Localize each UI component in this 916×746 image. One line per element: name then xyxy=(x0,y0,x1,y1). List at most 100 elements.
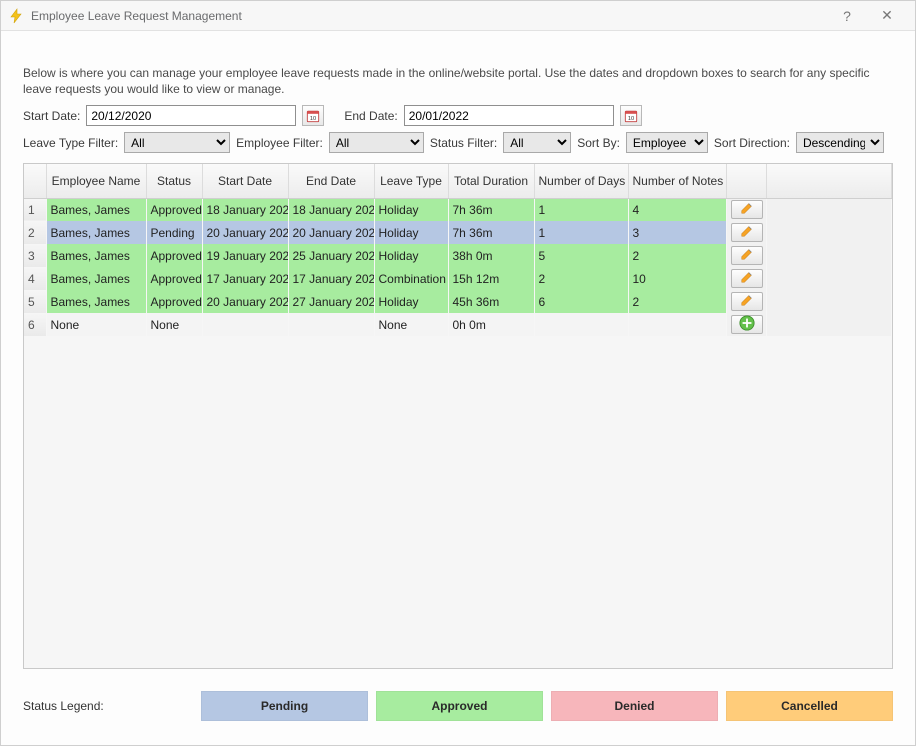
end-date-label: End Date: xyxy=(344,109,397,123)
leave-type-filter-label: Leave Type Filter: xyxy=(23,136,118,150)
cell-type: None xyxy=(374,313,448,336)
grid-header-row: Employee Name Status Start Date End Date… xyxy=(24,164,892,198)
pencil-icon xyxy=(740,201,754,218)
end-date-input[interactable] xyxy=(404,105,614,126)
cell-end: 20 January 2021 xyxy=(288,221,374,244)
leave-type-filter-select[interactable]: All xyxy=(124,132,230,153)
table-row[interactable]: 1Bames, JamesApproved18 January 202118 J… xyxy=(24,198,892,221)
sort-direction-select[interactable]: Descending xyxy=(796,132,884,153)
cell-type: Holiday xyxy=(374,290,448,313)
legend-pending: Pending xyxy=(201,691,368,721)
sort-by-label: Sort By: xyxy=(577,136,620,150)
cell-notes: 2 xyxy=(628,244,726,267)
col-notes[interactable]: Number of Notes xyxy=(628,164,726,198)
cell-end: 18 January 2021 xyxy=(288,198,374,221)
cell-duration: 7h 36m xyxy=(448,198,534,221)
status-filter-select[interactable]: All xyxy=(503,132,571,153)
plus-icon xyxy=(739,315,755,334)
col-employee[interactable]: Employee Name xyxy=(46,164,146,198)
edit-row-button[interactable] xyxy=(731,269,763,288)
cell-employee: None xyxy=(46,313,146,336)
col-days[interactable]: Number of Days xyxy=(534,164,628,198)
col-end[interactable]: End Date xyxy=(288,164,374,198)
edit-row-button[interactable] xyxy=(731,246,763,265)
cell-employee: Bames, James xyxy=(46,244,146,267)
start-date-input[interactable] xyxy=(86,105,296,126)
col-type[interactable]: Leave Type xyxy=(374,164,448,198)
employee-filter-select[interactable]: All xyxy=(329,132,424,153)
cell-notes: 2 xyxy=(628,290,726,313)
cell-duration: 0h 0m xyxy=(448,313,534,336)
cell-index: 3 xyxy=(24,244,46,267)
cell-employee: Bames, James xyxy=(46,290,146,313)
cell-employee: Bames, James xyxy=(46,198,146,221)
edit-row-button[interactable] xyxy=(731,292,763,311)
cell-days: 1 xyxy=(534,198,628,221)
legend-approved: Approved xyxy=(376,691,543,721)
cell-type: Holiday xyxy=(374,221,448,244)
cell-days: 5 xyxy=(534,244,628,267)
cell-start: 18 January 2021 xyxy=(202,198,288,221)
cell-notes: 3 xyxy=(628,221,726,244)
col-index[interactable] xyxy=(24,164,46,198)
cell-notes: 10 xyxy=(628,267,726,290)
cell-duration: 38h 0m xyxy=(448,244,534,267)
help-button[interactable]: ? xyxy=(827,1,867,31)
app-window: Employee Leave Request Management ? ✕ Be… xyxy=(0,0,916,746)
end-date-calendar-button[interactable]: 10 xyxy=(620,105,642,126)
cell-action xyxy=(726,267,766,290)
legend-cancelled: Cancelled xyxy=(726,691,893,721)
col-status[interactable]: Status xyxy=(146,164,202,198)
cell-notes: 4 xyxy=(628,198,726,221)
table-row[interactable]: 5Bames, JamesApproved20 January 202127 J… xyxy=(24,290,892,313)
col-start[interactable]: Start Date xyxy=(202,164,288,198)
pencil-icon xyxy=(740,270,754,287)
legend-denied: Denied xyxy=(551,691,718,721)
edit-row-button[interactable] xyxy=(731,223,763,242)
col-duration[interactable]: Total Duration xyxy=(448,164,534,198)
sort-by-select[interactable]: Employee xyxy=(626,132,708,153)
cell-status: Approved xyxy=(146,290,202,313)
cell-action xyxy=(726,198,766,221)
app-lightning-icon xyxy=(7,7,25,25)
col-action[interactable] xyxy=(726,164,766,198)
svg-text:10: 10 xyxy=(628,115,634,121)
table-row[interactable]: 3Bames, JamesApproved19 January 202125 J… xyxy=(24,244,892,267)
add-row-button[interactable] xyxy=(731,315,763,334)
cell-index: 5 xyxy=(24,290,46,313)
cell-status: Approved xyxy=(146,267,202,290)
table-row[interactable]: 6NoneNoneNone0h 0m xyxy=(24,313,892,336)
cell-action xyxy=(726,313,766,336)
cell-start: 20 January 2021 xyxy=(202,290,288,313)
start-date-label: Start Date: xyxy=(23,109,80,123)
pencil-icon xyxy=(740,224,754,241)
cell-type: Holiday xyxy=(374,198,448,221)
cell-employee: Bames, James xyxy=(46,267,146,290)
cell-end xyxy=(288,313,374,336)
status-legend-label: Status Legend: xyxy=(23,699,193,713)
pencil-icon xyxy=(740,293,754,310)
leave-requests-grid[interactable]: Employee Name Status Start Date End Date… xyxy=(23,163,893,669)
calendar-icon: 10 xyxy=(306,109,320,123)
cell-start: 19 January 2021 xyxy=(202,244,288,267)
cell-status: Pending xyxy=(146,221,202,244)
calendar-icon: 10 xyxy=(624,109,638,123)
sort-direction-label: Sort Direction: xyxy=(714,136,790,150)
employee-filter-label: Employee Filter: xyxy=(236,136,323,150)
start-date-calendar-button[interactable]: 10 xyxy=(302,105,324,126)
table-row[interactable]: 2Bames, JamesPending20 January 202120 Ja… xyxy=(24,221,892,244)
cell-days: 6 xyxy=(534,290,628,313)
close-button[interactable]: ✕ xyxy=(867,1,907,31)
cell-days: 1 xyxy=(534,221,628,244)
table-row[interactable]: 4Bames, JamesApproved17 January 202117 J… xyxy=(24,267,892,290)
status-filter-label: Status Filter: xyxy=(430,136,497,150)
cell-status: Approved xyxy=(146,198,202,221)
cell-end: 25 January 2021 xyxy=(288,244,374,267)
svg-text:10: 10 xyxy=(310,115,316,121)
cell-action xyxy=(726,244,766,267)
edit-row-button[interactable] xyxy=(731,200,763,219)
titlebar: Employee Leave Request Management ? ✕ xyxy=(1,1,915,31)
cell-end: 17 January 2021 xyxy=(288,267,374,290)
intro-text: Below is where you can manage your emplo… xyxy=(23,65,893,97)
cell-employee: Bames, James xyxy=(46,221,146,244)
